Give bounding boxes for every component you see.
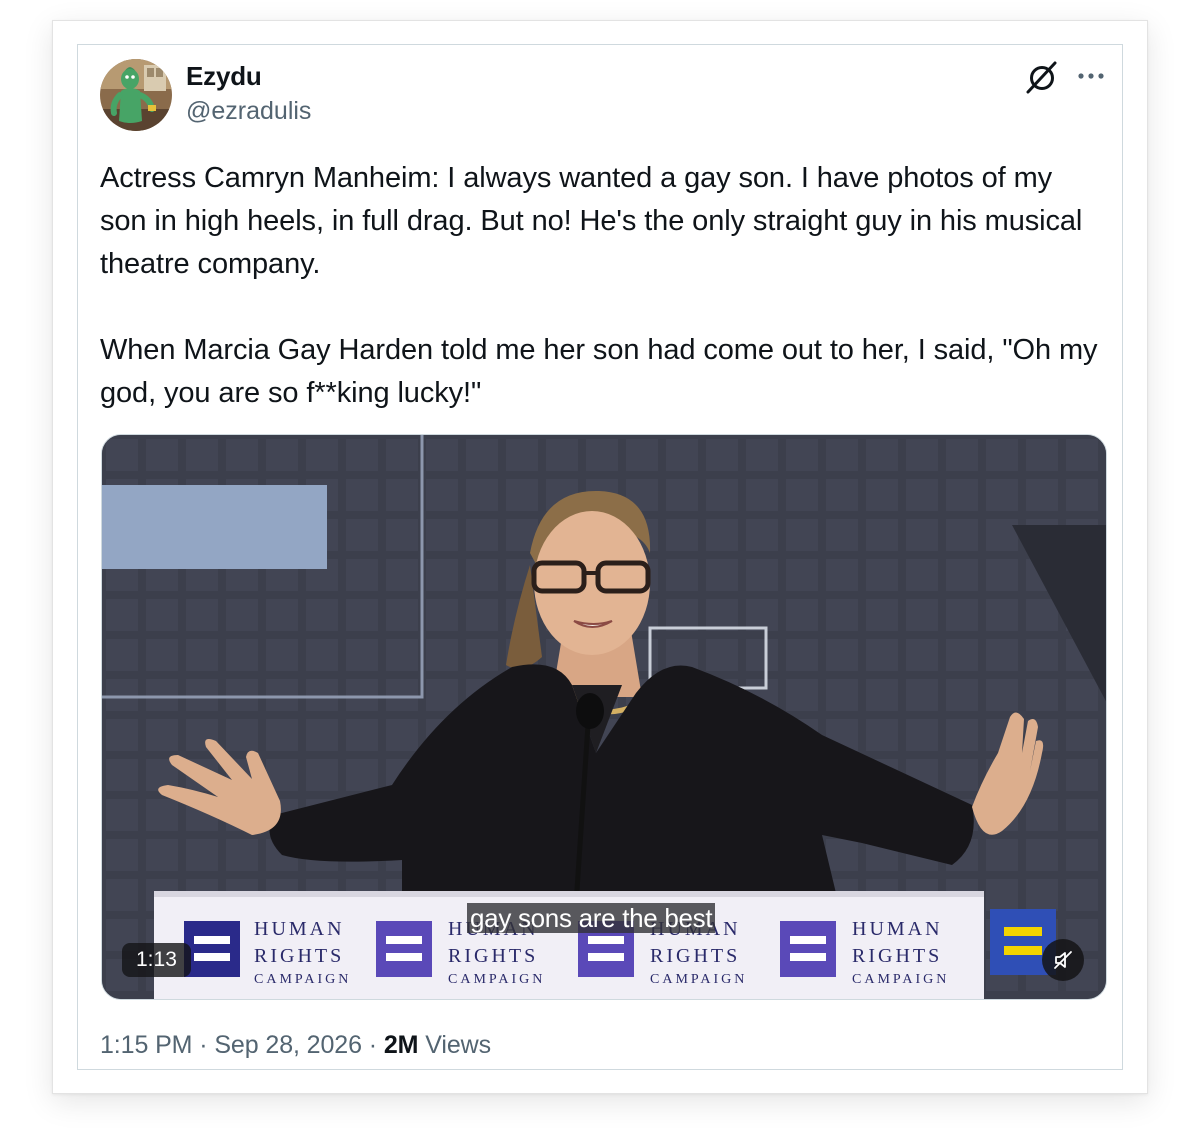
avatar[interactable] bbox=[100, 59, 172, 131]
mute-toggle-button[interactable] bbox=[1042, 939, 1084, 981]
more-options-icon[interactable] bbox=[1074, 61, 1110, 91]
tweet-paragraph: Actress Camryn Manheim: I always wanted … bbox=[100, 162, 1083, 280]
svg-text:RIGHTS: RIGHTS bbox=[448, 945, 538, 967]
muted-speaker-icon bbox=[1054, 951, 1072, 969]
video-caption: gay sons are the best bbox=[467, 903, 716, 933]
tweet-card[interactable]: Ezydu @ezradulis Actress Camryn Manheim:… bbox=[77, 44, 1123, 1070]
svg-text:CAMPAIGN: CAMPAIGN bbox=[650, 972, 747, 987]
tweet-text: Actress Camryn Manheim: I always wanted … bbox=[100, 157, 1105, 415]
views-label: Views bbox=[425, 1031, 491, 1059]
tweet-paragraph: When Marcia Gay Harden told me her son h… bbox=[100, 334, 1098, 409]
svg-text:CAMPAIGN: CAMPAIGN bbox=[448, 972, 545, 987]
video-duration-badge: 1:13 bbox=[122, 943, 191, 977]
svg-text:RIGHTS: RIGHTS bbox=[650, 945, 740, 967]
meta-separator: · bbox=[368, 1031, 377, 1059]
svg-text:RIGHTS: RIGHTS bbox=[254, 945, 344, 967]
svg-text:CAMPAIGN: CAMPAIGN bbox=[254, 972, 351, 987]
video-player[interactable]: HUMAN RIGHTS CAMPAIGN HUMAN RIGHTS CAMPA… bbox=[101, 434, 1107, 1000]
author-name[interactable]: Ezydu bbox=[186, 61, 262, 92]
author-handle[interactable]: @ezradulis bbox=[186, 97, 311, 126]
svg-text:HUMAN: HUMAN bbox=[852, 918, 943, 940]
tweet-meta: 1:15 PM · Sep 28, 2026 · 2M Views bbox=[100, 1031, 491, 1060]
tweet-timestamp[interactable]: 1:15 PM · Sep 28, 2026 bbox=[100, 1031, 362, 1059]
grok-icon[interactable] bbox=[1024, 59, 1060, 95]
svg-text:RIGHTS: RIGHTS bbox=[852, 945, 942, 967]
views-count: 2M bbox=[383, 1031, 419, 1059]
svg-text:HUMAN: HUMAN bbox=[254, 918, 345, 940]
svg-text:CAMPAIGN: CAMPAIGN bbox=[852, 972, 949, 987]
